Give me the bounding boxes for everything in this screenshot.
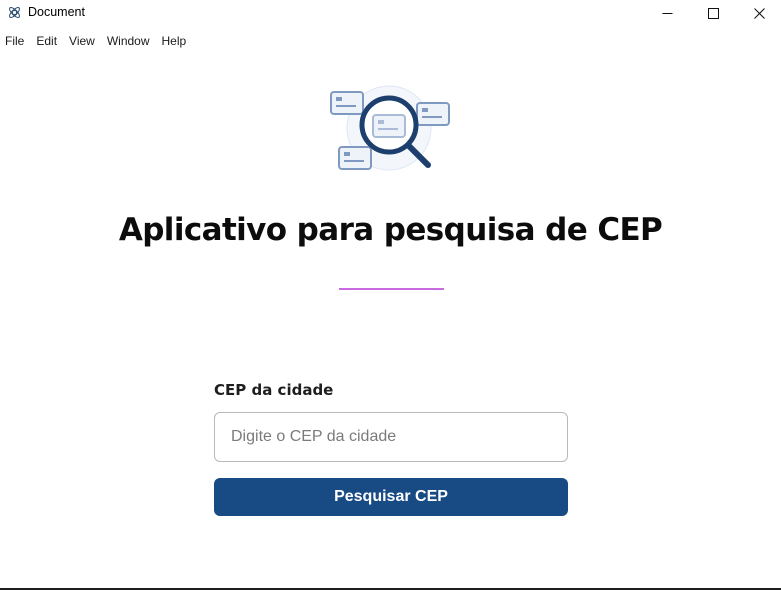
- maximize-button[interactable]: [690, 0, 736, 26]
- page-title: Aplicativo para pesquisa de CEP: [118, 212, 663, 248]
- title-divider: [339, 288, 444, 290]
- menu-window[interactable]: Window: [101, 31, 156, 51]
- menu-view[interactable]: View: [63, 31, 101, 51]
- title-bar: Document: [0, 0, 781, 26]
- menu-help[interactable]: Help: [156, 31, 193, 51]
- search-cep-button[interactable]: Pesquisar CEP: [214, 478, 568, 516]
- maximize-icon: [707, 7, 719, 19]
- menu-file[interactable]: File: [0, 31, 30, 51]
- cep-label: CEP da cidade: [214, 381, 334, 399]
- close-icon: [753, 7, 765, 19]
- minimize-icon: [662, 12, 672, 14]
- minimize-button[interactable]: [644, 0, 690, 26]
- cep-input[interactable]: [214, 412, 568, 462]
- menu-bar: File Edit View Window Help: [0, 31, 192, 51]
- menu-edit[interactable]: Edit: [30, 31, 63, 51]
- magnifier-search-cards-icon: [330, 85, 450, 171]
- app-window: Document File Edit View Window Help Apli…: [0, 0, 781, 590]
- close-button[interactable]: [736, 0, 781, 26]
- app-icon: [9, 7, 20, 18]
- window-title: Document: [28, 5, 85, 19]
